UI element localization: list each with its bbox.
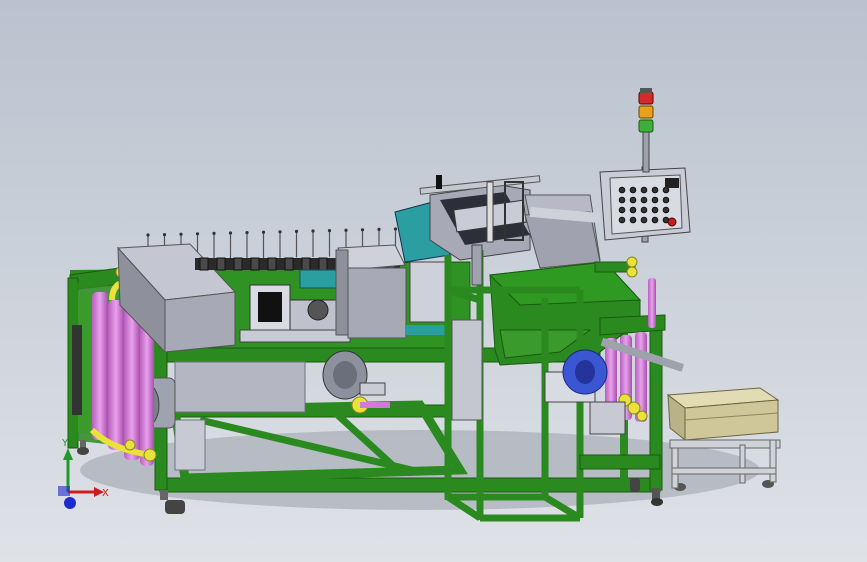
- panel-button: [651, 206, 659, 214]
- panel-button: [618, 196, 626, 204]
- middle-cabinet: [335, 244, 407, 339]
- panel-display: [665, 178, 679, 188]
- panel-button: [640, 186, 648, 194]
- panel-button: [618, 206, 626, 214]
- panel-button: [629, 206, 637, 214]
- axis-x-label: X: [102, 488, 109, 499]
- caster-wheel-icon: [630, 478, 640, 492]
- panel-button: [662, 206, 670, 214]
- panel-button: [662, 186, 670, 194]
- panel-button: [651, 186, 659, 194]
- panel-button: [640, 196, 648, 204]
- panel-button: [651, 216, 659, 224]
- emergency-stop-button: [667, 217, 677, 227]
- panel-button: [662, 196, 670, 204]
- cad-viewport[interactable]: Y X: [0, 0, 867, 562]
- panel-button: [629, 196, 637, 204]
- panel-button: [651, 196, 659, 204]
- panel-button: [618, 186, 626, 194]
- panel-button: [640, 206, 648, 214]
- panel-button: [629, 186, 637, 194]
- machine-assembly-view: Y X: [0, 0, 867, 562]
- axis-y-label: Y: [61, 438, 69, 449]
- control-panel-icon: [599, 166, 691, 243]
- tower-panel: [451, 319, 483, 421]
- tower-vertical-post: [471, 244, 483, 286]
- panel-button: [618, 216, 626, 224]
- panel-button: [629, 216, 637, 224]
- panel-button: [640, 216, 648, 224]
